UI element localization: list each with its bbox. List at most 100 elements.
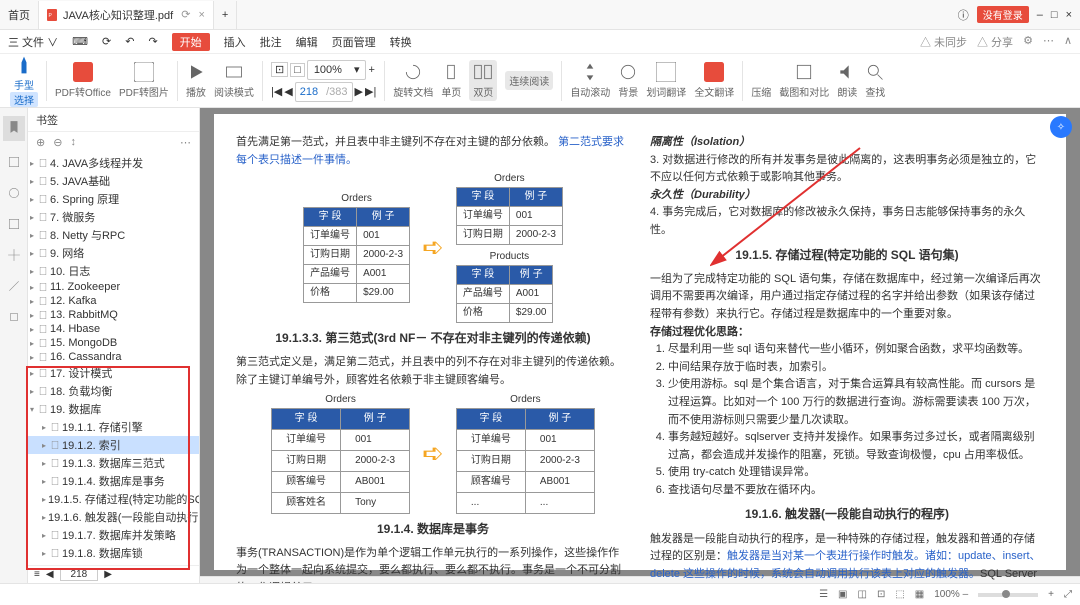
sb-zoom-plus[interactable]: + bbox=[1048, 589, 1054, 600]
outline-item[interactable]: ▸4. JAVA多线程并发 bbox=[28, 154, 199, 172]
info-icon[interactable]: ⓘ bbox=[958, 7, 969, 23]
menu-annotate[interactable]: 批注 bbox=[260, 34, 282, 50]
sb-tool-1[interactable]: ⊕ bbox=[36, 136, 45, 149]
tab-sync-icon[interactable]: ⟳ bbox=[181, 8, 190, 21]
document-viewport[interactable]: ✧ 首先满足第一范式，并且表中非主键列不存在对主键的部分依赖。 第二范式要求每个… bbox=[200, 108, 1080, 583]
tool-background[interactable]: 背景 bbox=[618, 62, 638, 99]
sb-tool-4[interactable]: ⋯ bbox=[180, 136, 191, 149]
sb-icon-1[interactable]: ☰ bbox=[819, 589, 828, 600]
menu-share[interactable]: △ 分享 bbox=[977, 34, 1013, 50]
tab-document[interactable]: P JAVA核心知识整理.pdf ⟳ × bbox=[39, 1, 214, 29]
zoom-in-icon[interactable]: + bbox=[368, 64, 374, 76]
outline-item[interactable]: ▸10. 日志 bbox=[28, 262, 199, 280]
sb-expand-icon[interactable]: ⤢ bbox=[1064, 589, 1072, 600]
outline-item[interactable]: ▸5. JAVA基础 bbox=[28, 172, 199, 190]
tool-hltrans[interactable]: 划词翻译 bbox=[646, 62, 686, 99]
sb-zoom[interactable]: 100% – bbox=[934, 589, 968, 600]
tool-autoscroll[interactable]: 自动滚动 bbox=[570, 62, 610, 99]
outline-item[interactable]: ▸19.1.4. 数据库是事务 bbox=[28, 472, 199, 490]
outline-item[interactable]: ▸19.1.5. 存储过程(特定功能的SQL 语句集) bbox=[28, 490, 199, 508]
zoom-box[interactable]: 100%▾ bbox=[307, 60, 367, 80]
tool-screenshot[interactable]: 截图和对比 bbox=[779, 62, 829, 99]
menu-refresh-icon[interactable]: ⟳ bbox=[102, 35, 111, 48]
prev-page-icon[interactable]: ◀ bbox=[284, 85, 292, 98]
rail-icon-2[interactable] bbox=[7, 186, 21, 203]
outline-item[interactable]: ▸19.1.6. 触发器(一段能自动执行的程序) bbox=[28, 508, 199, 526]
fit-page-icon[interactable]: □ bbox=[290, 63, 305, 77]
login-button[interactable]: 没有登录 bbox=[977, 6, 1029, 23]
page-box[interactable]: 218/383 bbox=[295, 82, 353, 102]
outline-item[interactable]: ▸14. Hbase bbox=[28, 322, 199, 336]
menu-settings-icon[interactable]: ⚙ bbox=[1023, 34, 1033, 50]
tool-rotate[interactable]: 旋转文档 bbox=[393, 62, 433, 99]
sb-icon-5[interactable]: ⬚ bbox=[895, 589, 904, 600]
tool-dual[interactable]: 双页 bbox=[469, 60, 497, 101]
menu-redo-icon[interactable]: ↷ bbox=[148, 35, 157, 48]
tool-find[interactable]: 查找 bbox=[865, 62, 885, 99]
outline-item[interactable]: ▸19.1.7. 数据库并发策略 bbox=[28, 526, 199, 544]
outline-item[interactable]: ▸11. Zookeeper bbox=[28, 280, 199, 294]
rail-icon-6[interactable] bbox=[7, 310, 21, 327]
outline-item[interactable]: ▸9. 网络 bbox=[28, 244, 199, 262]
outline-item[interactable]: ▸18. 负载均衡 bbox=[28, 382, 199, 400]
window-min-icon[interactable]: – bbox=[1037, 9, 1043, 21]
sb-collapse[interactable]: ≡ bbox=[34, 569, 40, 580]
outline-item[interactable]: ▸19.1.1. 存储引擎 bbox=[28, 418, 199, 436]
zoom-slider[interactable] bbox=[978, 593, 1038, 597]
tool-fulltrans[interactable]: 全文翻译 bbox=[694, 62, 734, 99]
outline-item[interactable]: ▸16. Cassandra bbox=[28, 350, 199, 364]
sb-tool-2[interactable]: ⊖ bbox=[53, 136, 62, 149]
next-page-icon[interactable]: ▶ bbox=[355, 85, 363, 98]
menu-insert[interactable]: 插入 bbox=[224, 34, 246, 50]
tool-compress[interactable]: 压缩 bbox=[751, 62, 771, 99]
menu-file[interactable]: 三 文件 ∨ bbox=[8, 34, 58, 50]
menu-edit[interactable]: 编辑 bbox=[296, 34, 318, 50]
outline-item[interactable]: ▾19. 数据库 bbox=[28, 400, 199, 418]
tool-continuous[interactable]: 连续阅读 bbox=[505, 71, 553, 90]
tab-new[interactable]: + bbox=[214, 1, 237, 29]
ai-assistant-icon[interactable]: ✧ bbox=[1050, 116, 1072, 138]
outline-item[interactable]: ▸6. Spring 原理 bbox=[28, 190, 199, 208]
outline-item[interactable]: ▸13. RabbitMQ bbox=[28, 308, 199, 322]
first-page-icon[interactable]: |◀ bbox=[271, 85, 282, 98]
tool-single[interactable]: 单页 bbox=[441, 62, 461, 99]
tool-read[interactable]: 阅读模式 bbox=[214, 62, 254, 99]
rail-icon-5[interactable] bbox=[7, 279, 21, 296]
rail-icon-1[interactable] bbox=[7, 155, 21, 172]
menu-page-mgmt[interactable]: 页面管理 bbox=[332, 34, 376, 50]
outline-item[interactable]: ▸19.1.8. 数据库锁 bbox=[28, 544, 199, 562]
sb-icon-2[interactable]: ▣ bbox=[838, 589, 847, 600]
outline-item[interactable]: ▸17. 设计模式 bbox=[28, 364, 199, 382]
tool-hand[interactable]: 手型选择 bbox=[10, 55, 38, 107]
outline-item[interactable]: ▸12. Kafka bbox=[28, 294, 199, 308]
outline-item[interactable]: ▸19.1.3. 数据库三范式 bbox=[28, 454, 199, 472]
menu-more-icon[interactable]: ⋯ bbox=[1043, 34, 1054, 50]
outline-item[interactable]: ▸8. Netty 与RPC bbox=[28, 226, 199, 244]
outline-item[interactable]: ▸19.1.2. 索引 bbox=[28, 436, 199, 454]
menu-undo-icon[interactable]: ↶ bbox=[125, 35, 134, 48]
tool-play[interactable]: 播放 bbox=[186, 62, 206, 99]
sb-icon-3[interactable]: ◫ bbox=[857, 589, 866, 600]
sb-next[interactable]: ▶ bbox=[104, 569, 112, 580]
menu-start[interactable]: 开始 bbox=[172, 33, 210, 51]
sb-icon-4[interactable]: ⊡ bbox=[877, 589, 885, 600]
outline-item[interactable]: ▸15. MongoDB bbox=[28, 336, 199, 350]
menu-convert[interactable]: 转换 bbox=[390, 34, 412, 50]
sb-prev[interactable]: ◀ bbox=[46, 569, 54, 580]
tab-home[interactable]: 首页 bbox=[0, 1, 39, 29]
outline-item[interactable]: ▸7. 微服务 bbox=[28, 208, 199, 226]
window-max-icon[interactable]: □ bbox=[1051, 9, 1058, 21]
tool-pdf2office[interactable]: PDF转Office bbox=[55, 62, 111, 99]
menu-chevron-icon[interactable]: ∧ bbox=[1064, 34, 1072, 50]
sb-icon-6[interactable]: ▦ bbox=[915, 589, 924, 600]
rail-bookmark-icon[interactable] bbox=[3, 116, 25, 141]
tab-close-icon[interactable]: × bbox=[198, 9, 204, 21]
tool-speak[interactable]: 朗读 bbox=[837, 62, 857, 99]
rail-icon-3[interactable] bbox=[7, 217, 21, 234]
rail-icon-4[interactable] bbox=[7, 248, 21, 265]
menu-unsynced[interactable]: △ 未同步 bbox=[920, 34, 967, 50]
window-close-icon[interactable]: × bbox=[1066, 9, 1072, 21]
menu-kbd-icon[interactable]: ⌨ bbox=[72, 35, 88, 48]
last-page-icon[interactable]: ▶| bbox=[365, 85, 376, 98]
sb-tool-3[interactable]: ↕ bbox=[70, 136, 76, 148]
